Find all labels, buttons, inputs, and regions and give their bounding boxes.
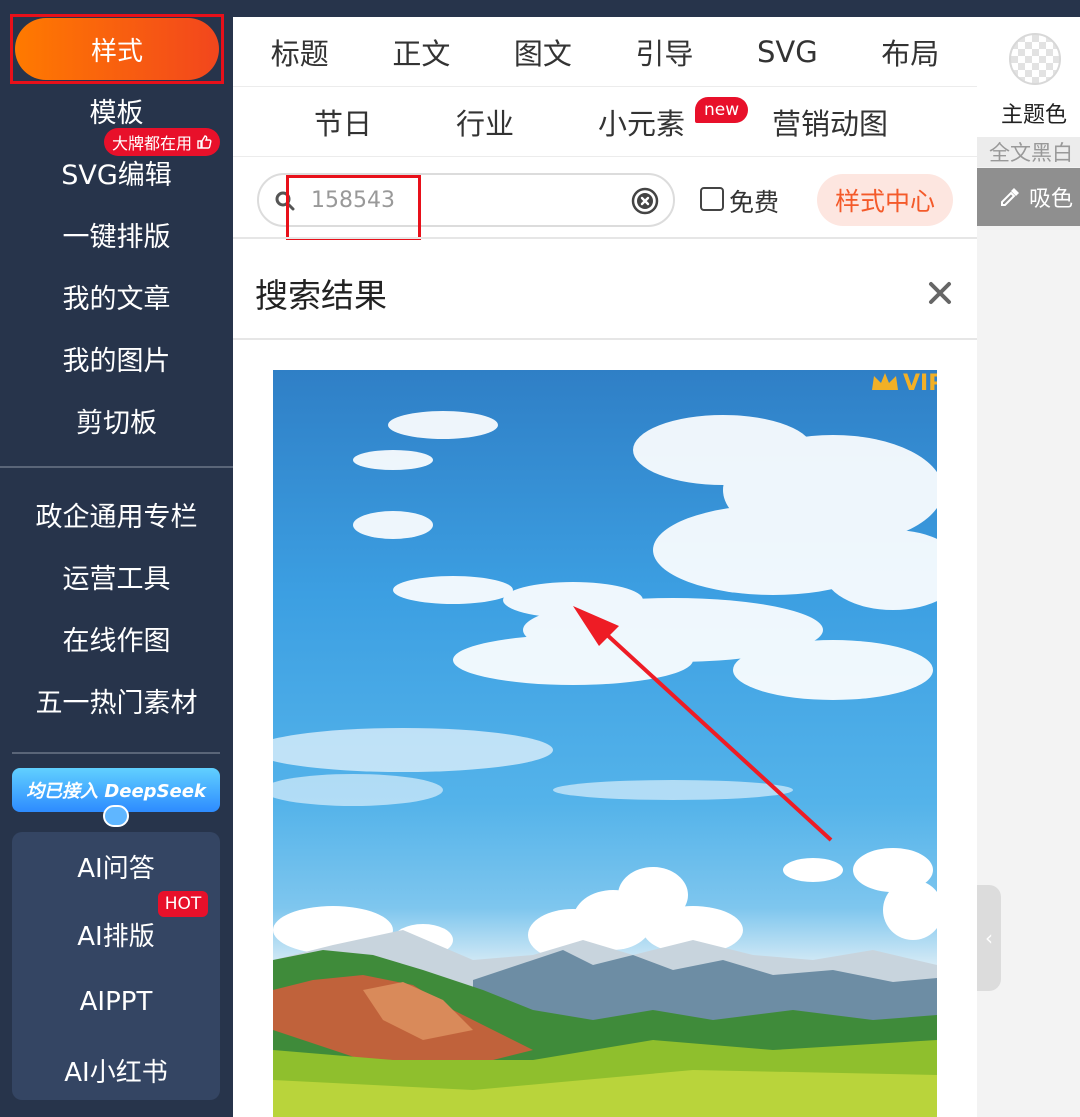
sidebar-item-online-design[interactable]: 在线作图 xyxy=(0,618,233,658)
sidebar-item-gov-column[interactable]: 政企通用专栏 xyxy=(0,494,233,534)
style-panel: 标题 正文 图文 引导 SVG 布局 节日 行业 小元素 营销动图 new 免费… xyxy=(233,17,977,1117)
section-divider xyxy=(233,338,977,340)
color-picker-label: 吸色 xyxy=(1029,187,1074,212)
sidebar-item-may-day-assets[interactable]: 五一热门素材 xyxy=(0,680,233,720)
landscape-image xyxy=(273,411,937,1117)
sidebar-item-one-click-layout[interactable]: 一键排版 xyxy=(0,214,233,254)
section-divider xyxy=(233,237,977,239)
crown-icon xyxy=(872,373,898,390)
left-sidebar: 样式 模板 大牌都在用 SVG编辑 一键排版 我的文章 我的图片 剪切板 政企通… xyxy=(0,0,233,1117)
robot-icon xyxy=(103,805,129,827)
thumbs-up-icon xyxy=(197,135,212,149)
tab-small-elements[interactable]: 小元素 xyxy=(598,101,685,143)
sidebar-item-clipboard[interactable]: 剪切板 xyxy=(0,400,233,440)
category-tabs-row-1: 标题 正文 图文 引导 SVG 布局 xyxy=(233,17,977,87)
result-template-thumbnail[interactable]: VIP xyxy=(273,370,937,1117)
sidebar-item-my-images[interactable]: 我的图片 xyxy=(0,338,233,378)
top-strip xyxy=(233,0,1080,17)
right-tool-panel: 主题色 全文黑白 吸色 ‹ xyxy=(977,17,1080,1117)
new-badge: new xyxy=(695,97,749,123)
category-tabs-row-2: 节日 行业 小元素 营销动图 xyxy=(233,87,977,157)
highlight-box-search xyxy=(286,175,421,240)
tab-body[interactable]: 正文 xyxy=(392,31,450,73)
sidebar-divider xyxy=(0,466,233,468)
eyedropper-icon xyxy=(1001,188,1019,206)
hot-badge: HOT xyxy=(158,891,208,917)
theme-color-swatch[interactable] xyxy=(1009,33,1061,85)
sidebar-item-template[interactable]: 模板 xyxy=(0,90,233,130)
color-picker-button[interactable]: 吸色 xyxy=(977,168,1080,226)
theme-color-section: 主题色 xyxy=(977,17,1080,137)
sidebar-item-ai-layout[interactable]: AI排版 xyxy=(12,914,220,954)
tab-image-text[interactable]: 图文 xyxy=(514,31,572,73)
style-center-button[interactable]: 样式中心 xyxy=(817,174,953,226)
tab-layout[interactable]: 布局 xyxy=(881,31,939,73)
ai-tools-card: AI问答 AI排版 AIPPT AI小红书 xyxy=(12,832,220,1100)
tab-marketing-gif[interactable]: 营销动图 xyxy=(772,101,888,143)
theme-color-label: 主题色 xyxy=(1001,103,1068,128)
tab-guide[interactable]: 引导 xyxy=(635,31,693,73)
sidebar-item-svg-editor[interactable]: SVG编辑 xyxy=(0,152,233,192)
sidebar-item-ops-tools[interactable]: 运营工具 xyxy=(0,556,233,596)
template-badge-label: 大牌都在用 xyxy=(112,134,193,153)
free-checkbox-label: 免费 xyxy=(729,188,780,217)
sidebar-item-ai-xiaohongshu[interactable]: AI小红书 xyxy=(12,1050,220,1090)
tab-title[interactable]: 标题 xyxy=(271,31,329,73)
sidebar-item-my-articles[interactable]: 我的文章 xyxy=(0,276,233,316)
sidebar-divider xyxy=(12,752,220,754)
collapse-panel-tab[interactable]: ‹ xyxy=(977,885,1001,991)
tab-svg[interactable]: SVG xyxy=(757,35,818,69)
highlight-box-style xyxy=(10,14,224,84)
sidebar-item-ai-qa[interactable]: AI问答 xyxy=(12,846,220,886)
free-checkbox[interactable] xyxy=(700,187,724,211)
vip-label: VIP xyxy=(903,371,937,396)
clear-search-icon[interactable] xyxy=(631,187,659,215)
full-bw-toggle[interactable]: 全文黑白 xyxy=(977,137,1080,167)
tab-holiday[interactable]: 节日 xyxy=(314,101,372,143)
sidebar-item-ai-ppt[interactable]: AIPPT xyxy=(12,982,220,1022)
tab-industry[interactable]: 行业 xyxy=(456,101,514,143)
close-icon[interactable] xyxy=(926,279,954,307)
search-results-title: 搜索结果 xyxy=(255,276,387,315)
